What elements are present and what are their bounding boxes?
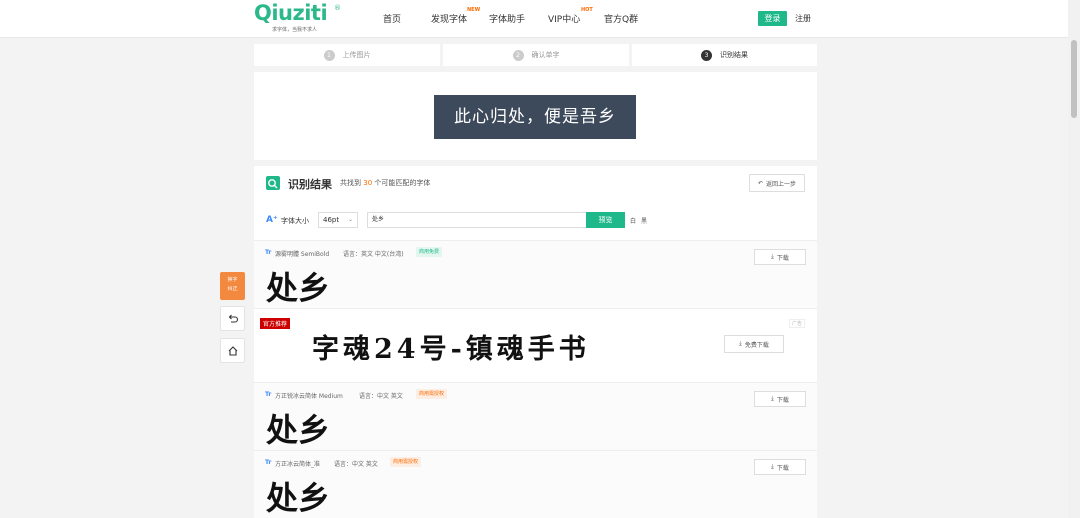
license-tag: 商用需授权 bbox=[390, 457, 422, 467]
download-icon: ⤓ bbox=[771, 253, 774, 260]
uploaded-image-panel: 此心归处，便是吾乡 bbox=[254, 72, 817, 160]
step-number: 3 bbox=[701, 49, 712, 61]
download-button[interactable]: ⤓ 下载 bbox=[754, 249, 806, 265]
download-button[interactable]: ⤓ 下载 bbox=[754, 391, 806, 407]
back-label: 返回上一步 bbox=[766, 180, 797, 188]
font-language: 语言：英文 中文(台湾) bbox=[343, 251, 404, 258]
registered-mark: ® bbox=[334, 4, 341, 12]
font-name[interactable]: 源雾明體 SemiBold bbox=[275, 249, 329, 258]
change-character-line1: 换字 bbox=[227, 277, 238, 283]
step-number: 2 bbox=[512, 49, 524, 61]
undo-button[interactable] bbox=[220, 306, 245, 331]
font-result-row: Tr 方正冰云简体_准 语言：中文 英文 商用需授权 ⤓ 下载 处乡 bbox=[254, 450, 817, 518]
count-number: 30 bbox=[363, 179, 373, 187]
font-icon: Tr bbox=[265, 459, 272, 466]
download-button[interactable]: ⤓ 下载 bbox=[754, 459, 806, 475]
white-background-option[interactable]: 白 bbox=[630, 216, 636, 225]
step-label: 识别结果 bbox=[720, 51, 748, 59]
nav-discover-fonts[interactable]: 发现字体 NEW bbox=[431, 7, 480, 25]
count-suffix: 个可能匹配的字体 bbox=[374, 179, 431, 187]
home-icon bbox=[228, 345, 237, 356]
register-link[interactable]: 注册 bbox=[795, 13, 811, 24]
font-icon: Tr bbox=[265, 249, 272, 256]
count-prefix: 共找到 bbox=[340, 179, 361, 187]
font-language: 语言：中文 英文 bbox=[334, 461, 378, 468]
nav-vip-label: VIP中心 bbox=[548, 15, 581, 25]
download-icon: ⤓ bbox=[771, 395, 774, 402]
qiuziti-logo[interactable]: Qiuziti ® 求字体，当我不求人 bbox=[254, 1, 344, 35]
logo-slogan: 求字体，当我不求人 bbox=[272, 27, 318, 33]
top-navigation-bar: Qiuziti ® 求字体，当我不求人 首页 发现字体 NEW 字体助手 VIP中… bbox=[0, 0, 1080, 38]
recommended-font-ad[interactable]: 官方推荐 字魂24号-镇魂手书 ⤓ 免费下载 广告 bbox=[254, 308, 817, 382]
ad-label: 广告 bbox=[789, 319, 806, 328]
results-panel: 识别结果 共找到 30 个可能匹配的字体 ↶ 返回上一步 A⁺ 字体大小 46p… bbox=[254, 166, 817, 518]
download-label: 下载 bbox=[776, 464, 789, 472]
free-download-button[interactable]: ⤓ 免费下载 bbox=[724, 335, 784, 353]
scrollbar-thumb[interactable] bbox=[1071, 40, 1077, 118]
license-tag: 商用免费 bbox=[416, 247, 443, 257]
search-result-icon bbox=[266, 176, 280, 190]
ad-font-sample: 字魂24号-镇魂手书 bbox=[312, 334, 590, 365]
nav-discover-label: 发现字体 bbox=[431, 15, 468, 25]
font-sample-preview: 处乡 bbox=[266, 411, 331, 449]
free-download-label: 免费下载 bbox=[744, 341, 769, 349]
download-label: 下载 bbox=[776, 254, 789, 262]
preview-text-input[interactable]: 处乡 bbox=[367, 212, 587, 228]
official-recommend-badge: 官方推荐 bbox=[260, 318, 291, 329]
step-result: 3 识别结果 bbox=[632, 44, 817, 66]
font-sample-preview: 处乡 bbox=[266, 269, 331, 307]
font-icon: Tr bbox=[265, 391, 272, 398]
nav-home[interactable]: 首页 bbox=[383, 12, 401, 25]
font-name[interactable]: 方正锐冰云简体 Medium bbox=[275, 391, 343, 400]
font-result-row: Tr 源雾明體 SemiBold 语言：英文 中文(台湾) 商用免费 ⤓ 下载 处… bbox=[254, 240, 817, 308]
nav-official-qq-group[interactable]: 官方Q群 bbox=[604, 12, 638, 25]
hot-badge: HOT bbox=[581, 7, 593, 13]
black-background-option[interactable]: 黑 bbox=[641, 216, 647, 225]
new-badge: NEW bbox=[467, 7, 481, 13]
font-size-label: 字体大小 bbox=[281, 217, 309, 225]
logo-wordmark: Qiuziti bbox=[254, 1, 328, 25]
uploaded-image: 此心归处，便是吾乡 bbox=[434, 95, 636, 139]
change-character-button[interactable]: 换字 纠正 bbox=[220, 272, 245, 300]
font-sample-preview: 处乡 bbox=[266, 479, 331, 517]
change-character-line2: 纠正 bbox=[227, 286, 238, 292]
font-result-row: Tr 方正锐冰云简体 Medium 语言：中文 英文 商用需授权 ⤓ 下载 处乡 bbox=[254, 382, 817, 450]
undo-icon: ↶ bbox=[757, 179, 763, 187]
step-confirm: 2 确认单字 bbox=[443, 44, 629, 66]
login-button[interactable]: 登录 bbox=[758, 11, 787, 26]
font-name[interactable]: 方正冰云简体_准 bbox=[275, 459, 320, 468]
results-title: 识别结果 bbox=[288, 178, 332, 191]
license-tag: 商用需授权 bbox=[416, 389, 448, 399]
font-size-value: 46pt bbox=[323, 216, 340, 224]
nav-font-assistant[interactable]: 字体助手 bbox=[489, 12, 525, 25]
step-label: 确认单字 bbox=[531, 51, 560, 59]
font-size-icon: A⁺ bbox=[266, 215, 278, 225]
home-button[interactable] bbox=[220, 338, 245, 363]
results-count: 共找到 30 个可能匹配的字体 bbox=[340, 178, 430, 188]
step-number: 1 bbox=[323, 49, 335, 61]
undo-icon bbox=[228, 314, 238, 323]
download-icon: ⤓ bbox=[739, 340, 742, 347]
chevron-down-icon: ⌄ bbox=[347, 216, 353, 223]
step-upload: 1 上传图片 bbox=[254, 44, 440, 66]
download-icon: ⤓ bbox=[771, 463, 774, 470]
preview-button[interactable]: 预览 bbox=[586, 212, 625, 228]
download-label: 下载 bbox=[776, 396, 789, 404]
font-size-select[interactable]: 46pt ⌄ bbox=[318, 212, 358, 228]
font-language: 语言：中文 英文 bbox=[359, 393, 403, 400]
nav-vip-center[interactable]: VIP中心 HOT bbox=[548, 7, 593, 25]
back-button[interactable]: ↶ 返回上一步 bbox=[749, 174, 805, 192]
step-label: 上传图片 bbox=[342, 51, 371, 59]
